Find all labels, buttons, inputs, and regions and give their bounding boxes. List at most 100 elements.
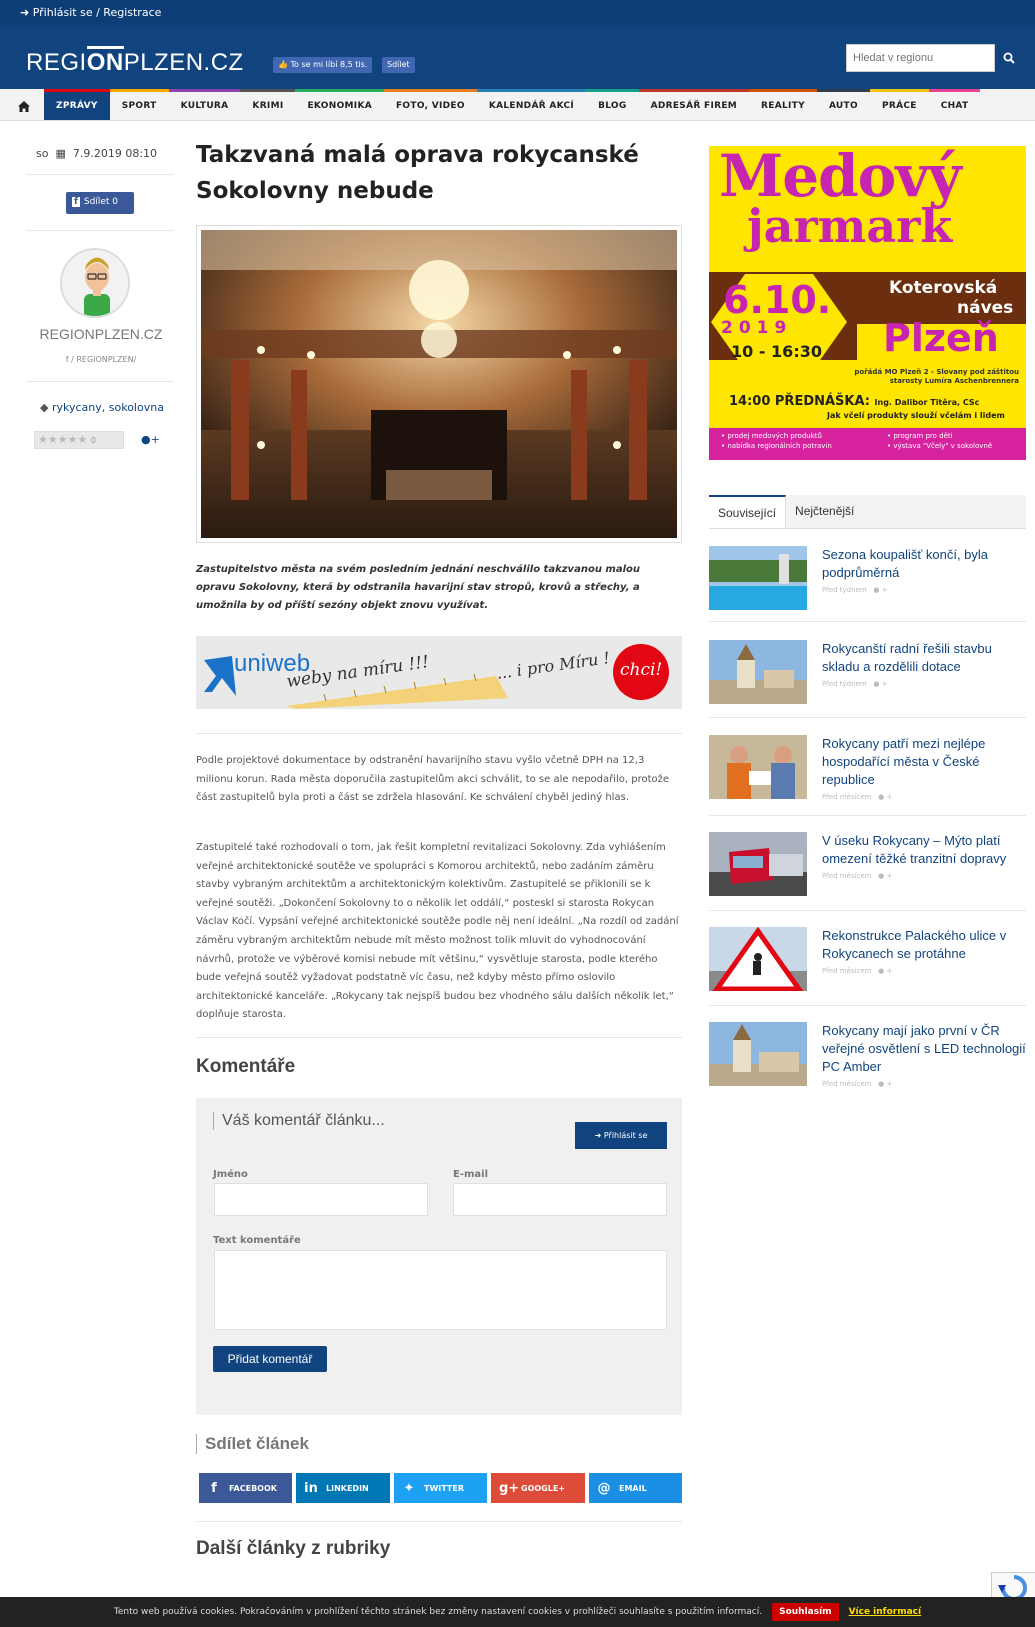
related-title: Rokycanští radní řešili stavbu skladu a …	[822, 641, 992, 674]
cookie-agree-button[interactable]: Souhlasím	[772, 1603, 839, 1621]
share-googleplus-button[interactable]: g+ GOOGLE+	[491, 1473, 585, 1503]
related-item[interactable]: Rokycanští radní řešili stavbu skladu a …	[709, 640, 1026, 704]
comment-form-title: Váš komentář článku...	[213, 1112, 385, 1130]
related-item[interactable]: Rekonstrukce Palackého ulice v Rokycanec…	[709, 927, 1026, 991]
cookie-text: Tento web používá cookies. Pokračováním …	[113, 1607, 763, 1617]
divider	[196, 1521, 682, 1522]
related-title: Rokycany mají jako první v ČR veřejné os…	[822, 1023, 1026, 1074]
more-articles-heading: Další články z rubriky	[196, 1538, 391, 1559]
nav-item-kalendar[interactable]: KALENDÁŘ AKCÍ	[476, 89, 587, 120]
ad-organizer: pořádá MO Plzeň 2 - Slovany pod záštitou…	[854, 368, 1019, 385]
nav-item-foto-video[interactable]: FOTO, VIDEO	[383, 89, 477, 120]
ad-time: 10 - 16:30	[731, 342, 822, 361]
search-input[interactable]	[846, 44, 995, 72]
search-button[interactable]	[995, 44, 1023, 72]
sign-in-icon: ➜	[20, 6, 30, 19]
nav-item-kultura[interactable]: KULTURA	[168, 89, 241, 120]
divider	[709, 717, 1026, 718]
share-facebook-button[interactable]: f FACEBOOK	[199, 1473, 292, 1503]
nav-item-sport[interactable]: SPORT	[109, 89, 169, 120]
hall-photo	[201, 230, 677, 538]
fb-share-small-button[interactable]: f Sdílet 0	[66, 192, 134, 214]
ad-bullet-2: • nabídka regionálních potravin	[721, 442, 832, 450]
divider	[709, 910, 1026, 911]
related-meta: Před měsícem ● +	[822, 793, 893, 801]
rating-stars[interactable]: ★★★★★ 0	[34, 431, 124, 449]
comment-textarea[interactable]	[214, 1250, 667, 1330]
ad-lecture: 14:00 PŘEDNÁŠKA: Ing. Dalibor Titěra, CS…	[729, 394, 980, 409]
nav-item-auto[interactable]: AUTO	[816, 89, 870, 120]
divider	[196, 733, 682, 734]
at-icon: @	[597, 1480, 611, 1496]
related-title: Rekonstrukce Palackého ulice v Rokycanec…	[822, 928, 1007, 961]
add-comment-button[interactable]: Přidat komentář	[213, 1346, 327, 1372]
comment-login-button[interactable]: ➜ Přihlásit se	[575, 1122, 667, 1149]
share-email-button[interactable]: @ EMAIL	[589, 1473, 682, 1503]
comments-heading: Komentáře	[196, 1056, 296, 1077]
fb-like-button[interactable]: 👍 To se mi líbí 8,5 tis.	[273, 57, 373, 73]
site-logo[interactable]: REGIONPLZEN.CZ	[26, 46, 244, 77]
sign-in-icon: ➜	[594, 1131, 602, 1140]
share-twitter-button[interactable]: ✦ TWITTER	[394, 1473, 487, 1503]
tab-related[interactable]: Související	[709, 495, 787, 528]
related-item[interactable]: Rokycany patří mezi nejlépe hospodařící …	[709, 735, 1026, 801]
avatar	[60, 248, 130, 318]
author-fb-link[interactable]: f / REGIONPLZEN/	[26, 355, 176, 364]
related-thumbnail	[709, 927, 807, 991]
related-thumbnail	[709, 640, 807, 704]
nav-item-chat[interactable]: CHAT	[928, 89, 981, 120]
related-item[interactable]: Sezona koupališť končí, byla podprůměrná…	[709, 546, 1026, 610]
nav-home[interactable]	[0, 89, 44, 120]
ad-bullet-1: • prodej medových produktů	[721, 432, 822, 440]
nav-item-zpravy[interactable]: ZPRÁVY	[44, 89, 110, 120]
related-tabs: Související Nejčtenější	[709, 495, 1026, 529]
banner-cta[interactable]: chci!	[620, 660, 662, 680]
divider	[26, 230, 174, 231]
article-image[interactable]	[196, 225, 682, 543]
related-thumbnail	[709, 1022, 807, 1086]
nav-item-blog[interactable]: BLOG	[586, 89, 639, 120]
nav-item-krimi[interactable]: KRIMI	[240, 89, 296, 120]
share-heading: Sdílet článek	[196, 1434, 309, 1454]
divider	[709, 815, 1026, 816]
ad-date: 6.10.	[723, 278, 832, 322]
nav-item-adresar[interactable]: ADRESÁŘ FIREM	[638, 89, 750, 120]
name-label: Jméno	[213, 1169, 248, 1180]
article-tags[interactable]: ◆ rykycany, sokolovna	[40, 401, 164, 414]
uniweb-banner[interactable]: uniweb weby na míru !!! ... i pro Míru !…	[196, 636, 682, 709]
article-title: Takzvaná malá oprava rokycanské Sokolovn…	[196, 142, 639, 204]
login-link[interactable]: ➜ Přihlásit se / Registrace	[20, 6, 161, 19]
related-item[interactable]: Rokycany mají jako první v ČR veřejné os…	[709, 1022, 1026, 1088]
related-title: Sezona koupališť končí, byla podprůměrná	[822, 547, 989, 580]
fb-share-button[interactable]: Sdílet	[382, 57, 415, 73]
ad-lecture-topic: Jak včelí produkty slouží včelám i lidem	[827, 411, 1005, 420]
cookie-more-info-link[interactable]: Více informací	[849, 1607, 922, 1617]
nav-item-prace[interactable]: PRÁCE	[869, 89, 929, 120]
home-icon	[18, 100, 30, 112]
name-field[interactable]	[214, 1183, 428, 1216]
article-perex: Zastupitelstvo města na svém posledním j…	[196, 564, 640, 611]
related-meta: Před měsícem ● +	[822, 967, 893, 975]
divider	[709, 621, 1026, 622]
related-thumbnail	[709, 735, 807, 799]
related-title: V úseku Rokycany – Mýto platí omezení tě…	[822, 833, 1007, 866]
comment-text-label: Text komentáře	[213, 1235, 301, 1246]
email-field[interactable]	[453, 1183, 667, 1216]
comment-count-icon[interactable]: ●+	[141, 433, 160, 446]
tab-most-read[interactable]: Nejčtenější	[786, 495, 863, 528]
divider	[26, 174, 174, 175]
author-name[interactable]: REGIONPLZEN.CZ	[26, 326, 176, 342]
google-plus-icon: g+	[499, 1480, 520, 1496]
related-item[interactable]: V úseku Rokycany – Mýto platí omezení tě…	[709, 832, 1026, 896]
nav-item-reality[interactable]: REALITY	[749, 89, 817, 120]
medovy-jarmark-ad[interactable]: Medový jarmark 6.10. 2019 10 - 16:30 Kot…	[709, 146, 1026, 460]
ad-place-2: náves	[957, 298, 1014, 318]
related-meta: Před týdnem ● +	[822, 586, 888, 594]
facebook-icon: f	[72, 197, 80, 207]
related-thumbnail	[709, 546, 807, 610]
nav-item-ekonomika[interactable]: EKONOMIKA	[295, 89, 384, 120]
topbar: ➜ Přihlásit se / Registrace	[0, 0, 1035, 27]
email-label: E-mail	[453, 1169, 489, 1180]
search-icon	[1003, 52, 1015, 64]
share-linkedin-button[interactable]: in LINKEDIN	[296, 1473, 390, 1503]
